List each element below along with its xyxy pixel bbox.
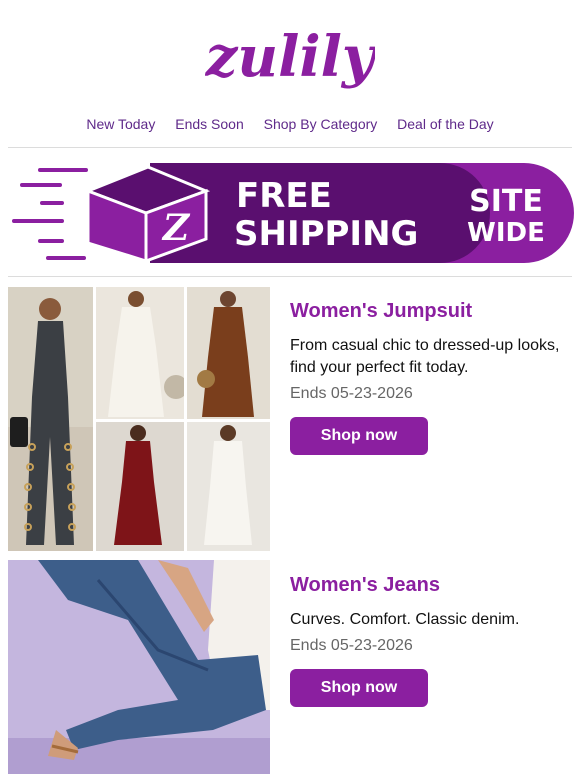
jeans-description: Curves. Comfort. Classic denim. bbox=[290, 611, 520, 628]
jumpsuit-ends-date: Ends 05-23-2026 bbox=[290, 385, 413, 402]
jumpsuit-description: From casual chic to dressed-up looks, fi… bbox=[290, 337, 560, 376]
free-shipping-banner[interactable]: Z FREE SHIPPING SITE WIDE bbox=[0, 155, 580, 269]
banner-badge2: WIDE bbox=[467, 218, 545, 248]
zulily-logo[interactable]: zulily bbox=[0, 18, 580, 107]
nav-ends-soon[interactable]: Ends Soon bbox=[175, 116, 244, 132]
jeans-photo bbox=[8, 560, 270, 774]
jumpsuit-shop-now-button[interactable]: Shop now bbox=[290, 417, 428, 455]
jumpsuit-image[interactable] bbox=[8, 287, 270, 551]
jeans-details: Women's Jeans Curves. Comfort. Classic d… bbox=[290, 574, 560, 707]
nav-deal-of-the-day[interactable]: Deal of the Day bbox=[397, 116, 494, 132]
jeans-ends-date: Ends 05-23-2026 bbox=[290, 637, 413, 654]
banner-badge1: SITE bbox=[469, 184, 543, 219]
logo-text: zulily bbox=[205, 24, 375, 90]
divider bbox=[8, 147, 572, 148]
top-nav: New Today Ends Soon Shop By Category Dea… bbox=[0, 116, 580, 132]
logo-graphic: zulily bbox=[205, 24, 375, 90]
speed-lines-icon bbox=[12, 168, 88, 260]
jeans-title[interactable]: Women's Jeans bbox=[290, 574, 560, 597]
jumpsuit-collage bbox=[8, 287, 270, 551]
banner-line2: SHIPPING bbox=[234, 214, 418, 254]
nav-new-today[interactable]: New Today bbox=[86, 116, 155, 132]
jeans-image[interactable] bbox=[8, 560, 270, 774]
jumpsuit-details: Women's Jumpsuit From casual chic to dre… bbox=[290, 300, 560, 455]
banner-graphic: Z FREE SHIPPING SITE WIDE bbox=[12, 163, 574, 264]
nav-shop-by-category[interactable]: Shop By Category bbox=[264, 116, 378, 132]
divider bbox=[8, 276, 572, 277]
box-letter: Z bbox=[161, 207, 191, 249]
jumpsuit-title[interactable]: Women's Jumpsuit bbox=[290, 300, 560, 323]
banner-line1: FREE bbox=[236, 176, 332, 216]
jeans-shop-now-button[interactable]: Shop now bbox=[290, 669, 428, 707]
